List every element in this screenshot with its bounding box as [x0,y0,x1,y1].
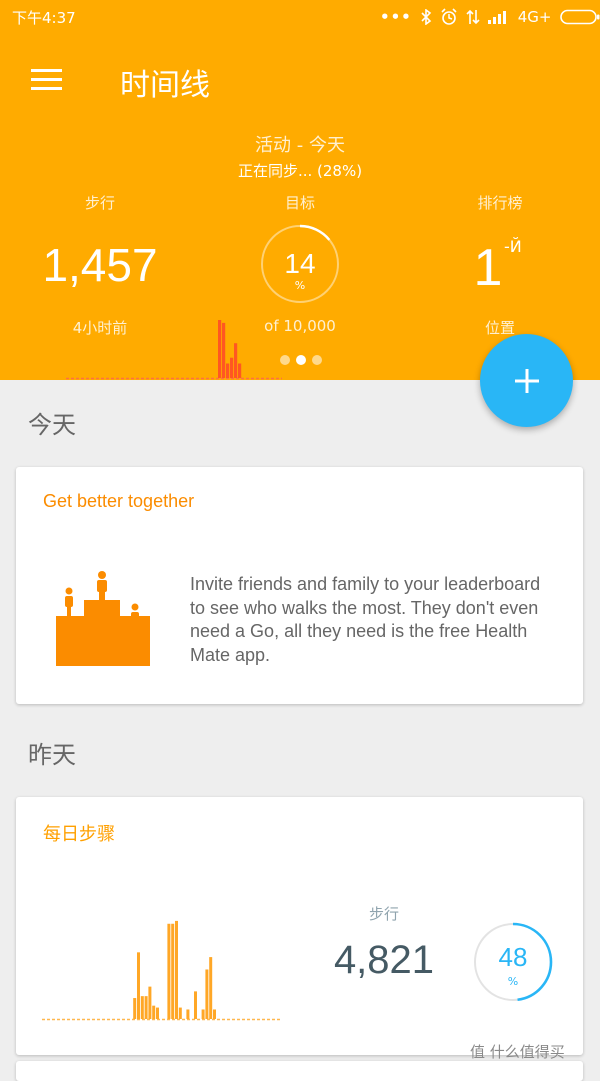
yesterday-steps-label: 步行 [368,905,399,923]
chart-bar [152,1005,156,1019]
yesterday-goal-percent: 48 [498,942,528,972]
podium-icon [56,571,150,666]
card-body: Invite friends and family to your leader… [190,574,541,665]
chart-bar [230,357,234,378]
chart-bar [218,320,222,378]
daily-steps-chart [42,920,282,1021]
chart-bar [222,322,226,378]
yesterday-goal-unit: % [507,975,519,988]
get-better-together-card[interactable]: Get better together Invite friends and f… [16,467,583,704]
chart-bar [156,1007,159,1019]
chart-bar [234,343,238,378]
chart-bar [178,1007,182,1019]
steps-label: 步行 [84,194,115,212]
chart-bar [194,991,197,1019]
battery-icon [559,9,600,25]
status-icons: ••• 4G+ [380,6,600,28]
chart-bar [167,923,171,1019]
page-dot-2[interactable] [296,355,306,365]
goal-label: 目标 [284,194,315,212]
chart-bar [209,957,213,1019]
watermark: 值 什么值得买 [470,1043,565,1061]
daily-steps-card[interactable]: 每日步骤 步行 4,821 48 % [16,797,583,1055]
chart-bar [140,996,144,1019]
goal-percent: 14 [284,248,316,279]
page-indicator[interactable] [280,355,322,365]
daily-steps-title: 每日步骤 [43,824,115,844]
data-arrows-icon [466,9,480,25]
page-title: 时间线 [120,68,210,103]
yesterday-steps-value: 4,821 [333,938,435,982]
bluetooth-icon [421,9,431,25]
section-today: 今天 [28,411,76,439]
plus-icon [514,368,539,393]
section-yesterday: 昨天 [28,741,76,769]
goal-percent-unit: % [294,279,306,292]
steps-value: 1,457 [42,239,158,291]
activity-header: 下午4:37 ••• 4G+ 时间线 活动 - 今天 正在同步... (28%)… [0,0,600,380]
chart-bar [144,996,148,1019]
menu-button[interactable] [30,67,64,93]
chart-bar [148,986,152,1019]
next-card-peek[interactable] [16,1061,583,1081]
page-dot-3[interactable] [312,355,322,365]
leaderboard-rank-suffix: -Й [504,237,522,256]
page-dot-1[interactable] [280,355,290,365]
signal-icon [487,11,506,24]
chart-bar [226,363,230,378]
chart-bar [133,998,137,1019]
chart-bar [175,920,178,1019]
chart-bar [213,1009,216,1019]
leaderboard-rank: 1 [473,239,503,297]
more-dots-icon: ••• [380,8,412,26]
alarm-icon [441,8,457,25]
status-time: 下午4:37 [12,8,76,27]
hamburger-menu-icon [31,69,62,90]
chart-bar [238,363,242,378]
add-button[interactable] [480,334,573,427]
chart-bar [205,969,209,1019]
chart-bar [186,1009,190,1019]
chart-bar [171,923,175,1019]
activity-heading: 活动 - 今天 [255,135,345,156]
sync-status: 正在同步... (28%) [237,162,363,180]
network-type: 4G+ [517,8,552,26]
chart-bar [201,1009,205,1019]
chart-bar [137,952,140,1019]
card-title: Get better together [43,491,195,511]
leaderboard-label: 排行榜 [477,194,523,212]
